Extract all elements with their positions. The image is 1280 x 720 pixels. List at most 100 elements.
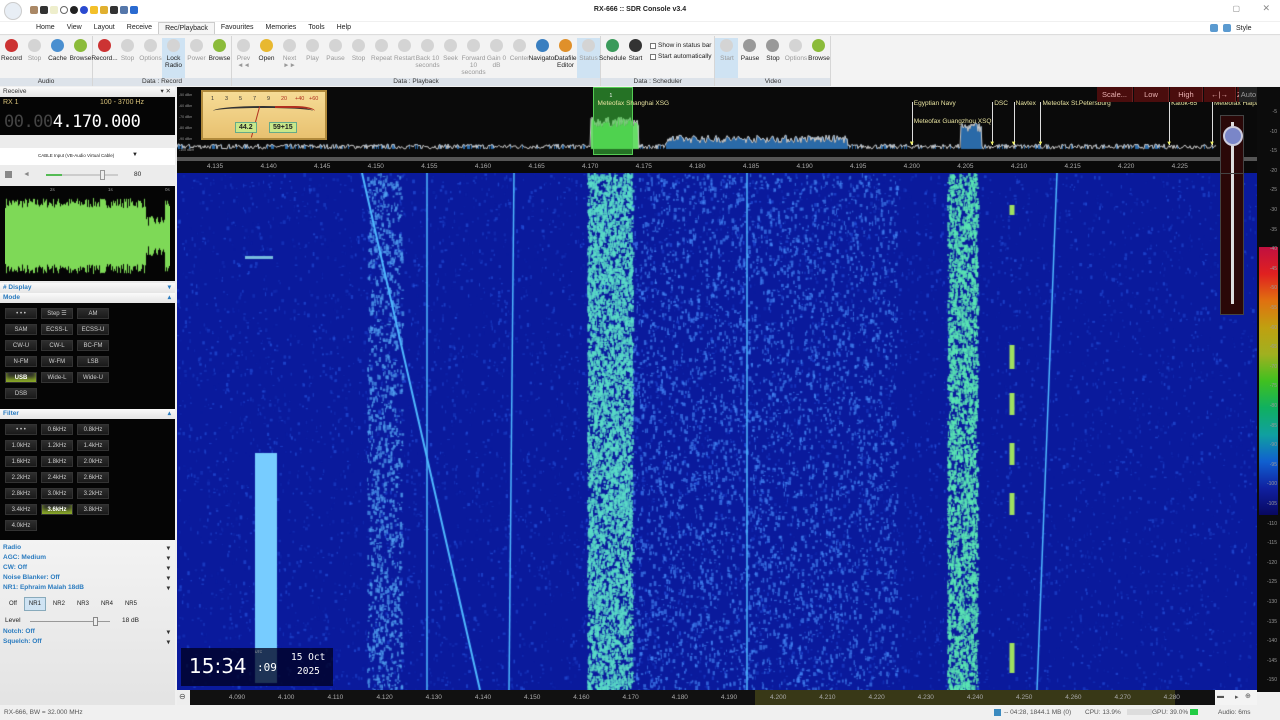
record-button[interactable]: Record... [91,38,118,78]
browse-button[interactable]: Browse [208,38,231,78]
next-button[interactable]: Next ►► [278,38,301,78]
filter-button-1.6khz[interactable]: 1.6kHz [5,456,37,467]
restart-button[interactable]: Restart [393,38,416,78]
repeat-button[interactable]: Repeat [370,38,393,78]
scroll-left-button[interactable]: ⊖ [177,690,190,705]
play-button[interactable]: Play [301,38,324,78]
spectrum-control-pan[interactable]: ←|→ [1204,87,1236,102]
display-header[interactable]: # Display ▾ [0,283,175,293]
filter-button-2.2khz[interactable]: 2.2kHz [5,472,37,483]
mode-button-ecss-l[interactable]: ECSS-L [41,324,73,335]
frequency-display[interactable]: RX 1 100 - 3700 Hz 00.004.170.000 [0,97,175,135]
mode-button-cw-u[interactable]: CW-U [5,340,37,351]
tuning-marker[interactable]: 1 [592,87,633,155]
checkbox-start-automatically[interactable]: Start automatically [650,53,711,60]
collapse-icon[interactable]: ▴ [168,409,171,419]
signal-label[interactable]: Meteofax Guangzhou XSQ [914,118,992,125]
filter-button-3.4khz[interactable]: 3.4kHz [5,504,37,515]
nr-button-nr3[interactable]: NR3 [72,597,94,611]
nr-button-nr4[interactable]: NR4 [96,597,118,611]
spectrum-control-auto[interactable]: Auto [1239,87,1257,102]
mode-button-wide-u[interactable]: Wide-U [77,372,109,383]
color-scale[interactable]: -5 -10 -15 -20 -25 -30 -35 -40 -45 -50 -55 -60 -65 -7… [1257,87,1280,692]
mode-button-step-[interactable]: Step ☰ [41,308,73,319]
mode-button-ecss-u[interactable]: ECSS-U [77,324,109,335]
setting-nr1-ephraim-malah-18db[interactable]: NR1: Ephraim Malah 18dB ▾ [0,584,175,594]
chevron-down-icon[interactable]: ▾ [167,574,170,584]
style-menu[interactable]: Style [1236,25,1252,32]
zoom-slider-track[interactable] [1220,173,1244,315]
tab-tools[interactable]: Tools [302,22,330,34]
meter-icon[interactable] [5,171,12,178]
nr-button-nr5[interactable]: NR5 [120,597,142,611]
waterfall[interactable] [177,173,1257,690]
mode-button-dsb[interactable]: DSB [5,388,37,399]
datafile-editor-button[interactable]: Datafile Editor [554,38,577,78]
pause-button[interactable]: Pause [738,38,761,78]
tab-home[interactable]: Home [30,22,61,34]
collapse-icon[interactable]: ▴ [168,293,171,303]
filter-button-3.0khz[interactable]: 3.0kHz [41,488,73,499]
filter-header[interactable]: Filter ▴ [0,409,175,419]
back-10-seconds-button[interactable]: Back 10 seconds [415,38,440,78]
tab-favourites[interactable]: Favourites [215,22,260,34]
start-button[interactable]: Start [715,38,739,78]
tab-layout[interactable]: Layout [88,22,121,34]
restore-button[interactable]: ▢ [1232,4,1240,13]
filter-button--[interactable]: • • • [5,424,37,435]
mode-button-usb[interactable]: USB [5,372,37,383]
pause-button[interactable]: Pause [324,38,347,78]
browse-button[interactable]: Browse [69,38,92,78]
tab-memories[interactable]: Memories [260,22,303,34]
filter-button-2.0khz[interactable]: 2.0kHz [77,456,109,467]
chevron-down-icon[interactable]: ▾ [167,544,170,554]
frequency-axis[interactable]: 4.090 4.100 4.110 4.120 4.130 4.140 4.150 4.160… [190,690,1215,705]
chevron-down-icon[interactable]: ▾ [167,584,170,594]
filter-button-1.4khz[interactable]: 1.4kHz [77,440,109,451]
checkbox-show-in-status-bar[interactable]: Show in status bar [650,42,711,49]
mode-header[interactable]: Mode ▴ [0,293,175,303]
power-button[interactable]: Power [185,38,208,78]
filter-button-3.6khz[interactable]: 3.6kHz [41,504,73,515]
filter-button-0.8khz[interactable]: 0.8kHz [77,424,109,435]
nr-button-nr2[interactable]: NR2 [48,597,70,611]
volume-thumb[interactable] [100,170,105,180]
checkbox-icon[interactable] [650,53,656,60]
stop-button[interactable]: Stop [116,38,139,78]
stop-button[interactable]: Stop [23,38,46,78]
spectrum-control-high[interactable]: High [1170,87,1203,102]
spectrum-control-scale[interactable]: Scale... [1097,87,1133,102]
filter-button-4.0khz[interactable]: 4.0kHz [5,520,37,531]
lock-radio-button[interactable]: Lock Radio [162,38,185,78]
record-button[interactable]: Record [0,38,23,78]
signal-label[interactable]: Egyptian Navy [914,100,956,107]
filter-button-2.4khz[interactable]: 2.4kHz [41,472,73,483]
tab-help[interactable]: Help [331,22,357,34]
tab-view[interactable]: View [61,22,88,34]
filter-button-2.6khz[interactable]: 2.6kHz [77,472,109,483]
signal-label[interactable]: Navtex [1016,100,1036,107]
level-slider-thumb[interactable] [92,617,98,626]
seek-button[interactable]: Seek [439,38,462,78]
options-button[interactable]: Options [139,38,162,78]
browse-button[interactable]: Browse [807,38,830,78]
nr-button-off[interactable]: Off [4,597,22,611]
cache-button[interactable]: Cache [46,38,69,78]
mode-button-wide-l[interactable]: Wide-L [41,372,73,383]
mode-button-w-fm[interactable]: W-FM [41,356,73,367]
stop-button[interactable]: Stop [347,38,370,78]
filter-button-0.6khz[interactable]: 0.6kHz [41,424,73,435]
mode-button-am[interactable]: AM [77,308,109,319]
setting-radio[interactable]: Radio ▾ [0,544,175,554]
mode-button--[interactable]: • • • [5,308,37,319]
volume-slider[interactable] [46,170,118,180]
nr-button-nr1[interactable]: NR1 [23,597,46,611]
signal-label[interactable]: DSC [994,100,1008,107]
tab-rec-playback[interactable]: Rec/Playback [158,22,215,34]
filter-button-1.2khz[interactable]: 1.2kHz [41,440,73,451]
spectrum-display[interactable]: 1 3 5 7 9 20 +40 +60 44.2 59+15 -50 dBm -60 dBm -… [177,87,1257,173]
start-button[interactable]: Start [624,38,647,78]
chevron-down-icon[interactable]: ▾ [167,554,170,564]
play-small-icon[interactable]: ▸ [1235,693,1239,701]
collapse-icon[interactable]: ▾ [168,283,171,293]
